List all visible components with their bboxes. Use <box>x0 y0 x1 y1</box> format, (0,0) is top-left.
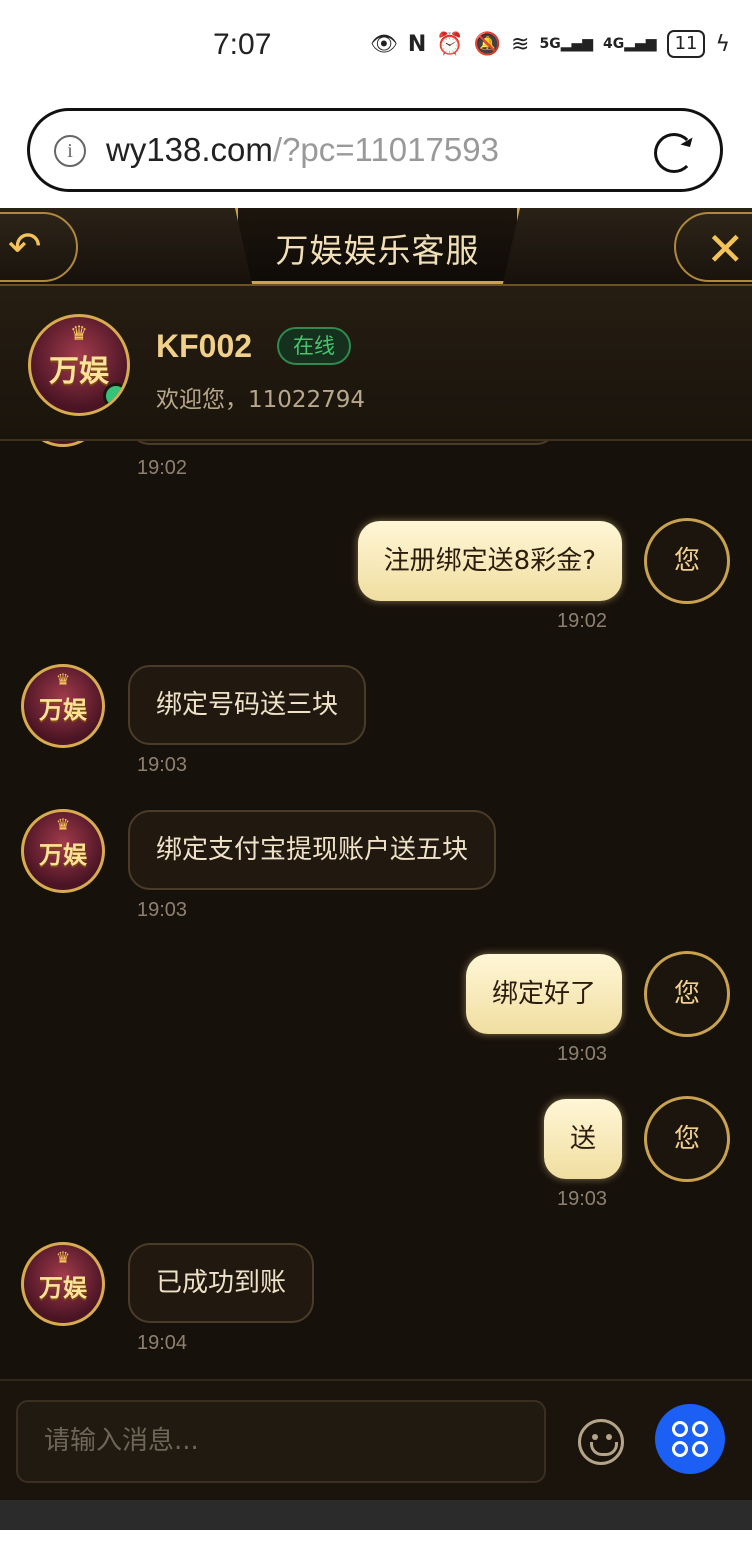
crown-icon: ♛ <box>55 1248 71 1268</box>
message-timestamp: 19:03 <box>557 1188 608 1210</box>
online-indicator <box>103 383 127 409</box>
wifi-icon: ≋ <box>511 31 530 57</box>
my-message-bubble: 注册绑定送8彩金? <box>357 521 622 601</box>
message-list[interactable]: 19:02 注册绑定送8彩金? 您 19:02 ♛ 万娱 绑定号码送三块 19:… <box>0 441 752 1379</box>
agent-name: KF002 <box>156 328 253 364</box>
url-path: /?pc=11017593 <box>272 131 499 168</box>
4g-signal-icon: 4G▂▄▆ <box>603 36 657 52</box>
nfc-icon: N <box>407 31 427 57</box>
message-timestamp: 19:04 <box>137 1332 188 1354</box>
message-timestamp: 19:03 <box>557 1043 608 1065</box>
composer-bar: 请输入消息... <box>0 1379 752 1500</box>
apps-grid-icon <box>672 1421 708 1457</box>
eye-icon: 👁 <box>369 31 398 57</box>
more-actions-button[interactable] <box>655 1404 725 1474</box>
my-message-bubble: 绑定好了 <box>465 954 622 1034</box>
agent-header: ♛ 万娱 KF002 在线 欢迎您，11022794 <box>0 286 752 441</box>
address-bar[interactable]: i wy138.com/?pc=11017593 <box>27 108 723 192</box>
my-avatar: 您 <box>644 1096 730 1182</box>
message-timestamp: 19:02 <box>137 457 188 479</box>
welcome-text: 欢迎您，11022794 <box>156 387 366 413</box>
status-badge: 在线 <box>277 327 351 365</box>
mute-icon: 🔕 <box>473 31 502 57</box>
agent-logo-text: 万娱 <box>39 840 87 870</box>
url-text[interactable]: wy138.com/?pc=11017593 <box>106 131 499 169</box>
my-avatar: 您 <box>644 518 730 604</box>
agent-avatar <box>22 441 104 447</box>
agent-message-bubble <box>128 441 558 445</box>
system-nav-strip <box>0 1500 752 1530</box>
agent-logo-text: 万娱 <box>39 1273 87 1303</box>
status-bar: 7:07 👁 N ⏰ 🔕 ≋ 5G▂▄▆ 4G▂▄▆ 11 ϟ <box>0 0 752 96</box>
status-icons: 👁 N ⏰ 🔕 ≋ 5G▂▄▆ 4G▂▄▆ 11 ϟ <box>370 30 730 58</box>
agent-logo-text: 万娱 <box>39 695 87 725</box>
title-bar: ↶ 万娱娱乐客服 ✕ <box>0 208 752 286</box>
message-timestamp: 19:02 <box>557 610 608 632</box>
crown-icon: ♛ <box>55 815 71 835</box>
close-icon: ✕ <box>706 222 745 276</box>
emoji-icon[interactable] <box>578 1419 624 1465</box>
agent-message-bubble: 绑定支付宝提现账户送五块 <box>128 810 497 890</box>
close-button[interactable]: ✕ <box>674 212 752 282</box>
back-arrow-icon: ↶ <box>8 224 42 270</box>
agent-message-bubble: 已成功到账 <box>128 1243 315 1323</box>
my-avatar: 您 <box>644 951 730 1037</box>
url-host: wy138.com <box>106 131 273 168</box>
my-message-bubble: 送 <box>543 1099 622 1179</box>
agent-message-bubble: 绑定号码送三块 <box>128 665 367 745</box>
alarm-icon: ⏰ <box>436 31 464 57</box>
site-info-icon[interactable]: i <box>54 135 86 167</box>
crown-icon: ♛ <box>55 670 71 690</box>
battery-icon: 11 <box>666 30 706 58</box>
status-time: 7:07 <box>213 28 272 61</box>
5g-signal-icon: 5G▂▄▆ <box>539 36 594 52</box>
charging-icon: ϟ <box>715 31 730 57</box>
message-input[interactable]: 请输入消息... <box>16 1400 546 1483</box>
message-timestamp: 19:03 <box>137 899 188 921</box>
agent-avatar: ♛ 万娱 <box>21 1242 105 1326</box>
message-timestamp: 19:03 <box>137 754 188 776</box>
chat-app: ↶ 万娱娱乐客服 ✕ ♛ 万娱 KF002 在线 欢迎您，11022794 19… <box>0 208 752 1500</box>
reload-icon[interactable] <box>654 133 694 173</box>
agent-avatar: ♛ 万娱 <box>21 809 105 893</box>
crown-icon: ♛ <box>70 320 88 345</box>
back-button[interactable]: ↶ <box>0 212 78 282</box>
agent-avatar: ♛ 万娱 <box>21 664 105 748</box>
page-title: 万娱娱乐客服 <box>275 231 480 270</box>
agent-avatar: ♛ 万娱 <box>28 314 130 416</box>
